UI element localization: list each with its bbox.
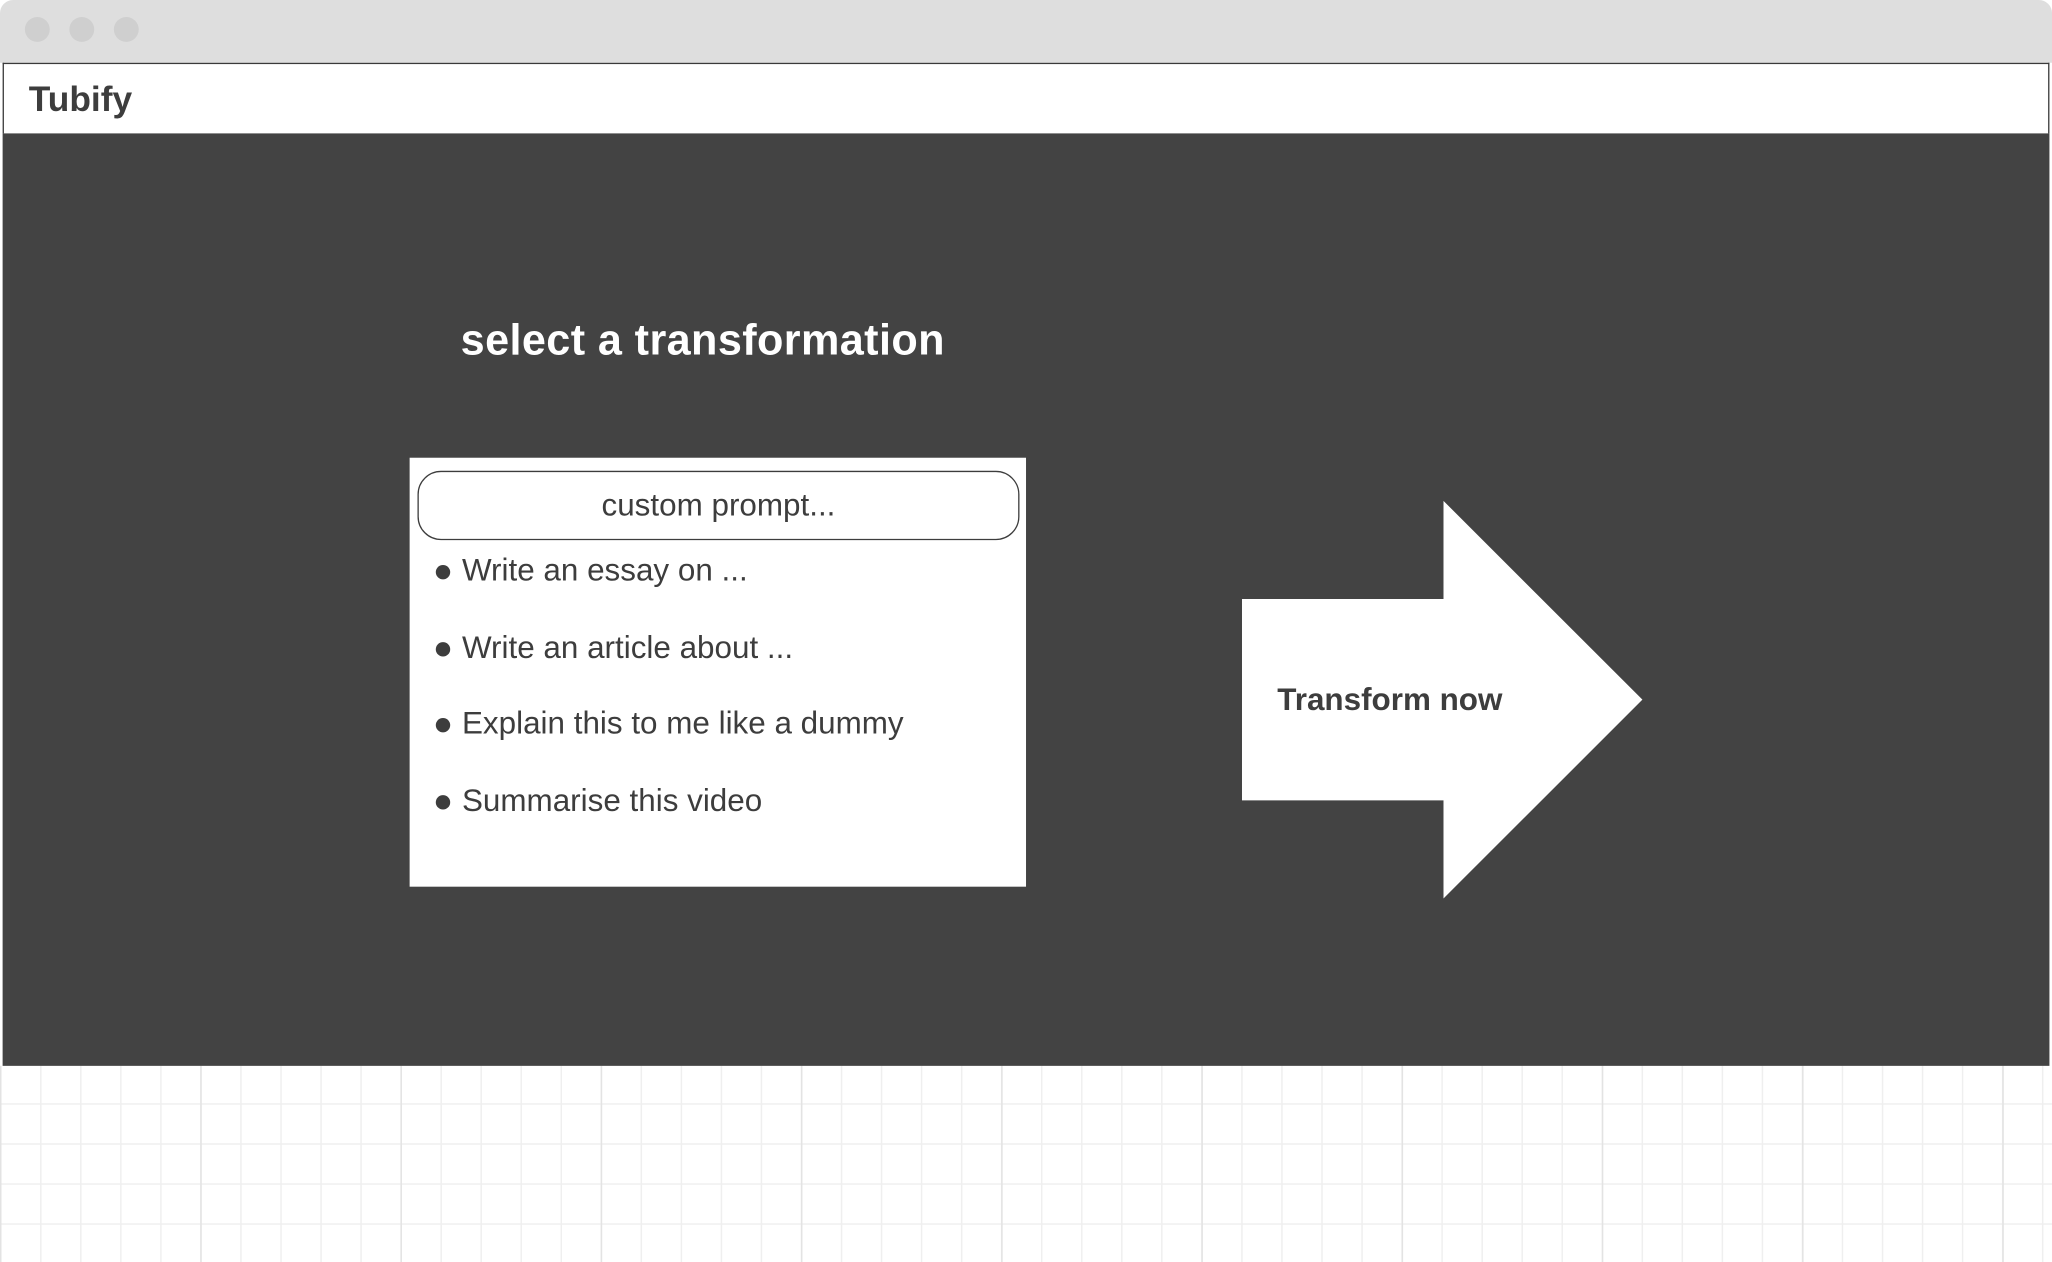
- transform-now-button[interactable]: Transform now: [1241, 500, 1645, 901]
- bullet-icon: [435, 641, 451, 657]
- app-logo-text[interactable]: Tubify: [29, 80, 132, 119]
- option-article[interactable]: Write an article about ...: [410, 610, 1026, 687]
- option-label: Summarise this video: [461, 783, 763, 819]
- window-minimize-dot[interactable]: [69, 17, 95, 42]
- page-title: select a transformation: [460, 315, 945, 364]
- canvas-grid-background: [0, 1065, 2052, 1262]
- option-label: Explain this to me like a dummy: [461, 706, 904, 743]
- app-window: Tubify select a transformation Write an …: [0, 0, 2052, 1262]
- window-close-dot[interactable]: [24, 17, 50, 42]
- window-maximize-dot[interactable]: [113, 17, 139, 42]
- bullet-icon: [435, 718, 451, 733]
- window-title-bar: [0, 0, 2052, 63]
- app-header: Tubify: [2, 62, 2050, 134]
- main-content: select a transformation Write an essay o…: [2, 133, 2050, 1066]
- option-label: Write an essay on ...: [461, 553, 748, 589]
- bullet-icon: [435, 564, 451, 580]
- transformation-options-list: Write an essay on ... Write an article a…: [410, 553, 1026, 841]
- transformation-panel: Write an essay on ... Write an article a…: [409, 457, 1027, 887]
- bullet-icon: [435, 795, 451, 810]
- custom-prompt-input[interactable]: [417, 470, 1020, 541]
- option-explain[interactable]: Explain this to me like a dummy: [410, 687, 1026, 764]
- option-label: Write an article about ...: [461, 629, 794, 666]
- option-essay[interactable]: Write an essay on ...: [410, 534, 1026, 611]
- option-summarise[interactable]: Summarise this video: [410, 764, 1026, 841]
- transform-now-label: Transform now: [1277, 682, 1503, 718]
